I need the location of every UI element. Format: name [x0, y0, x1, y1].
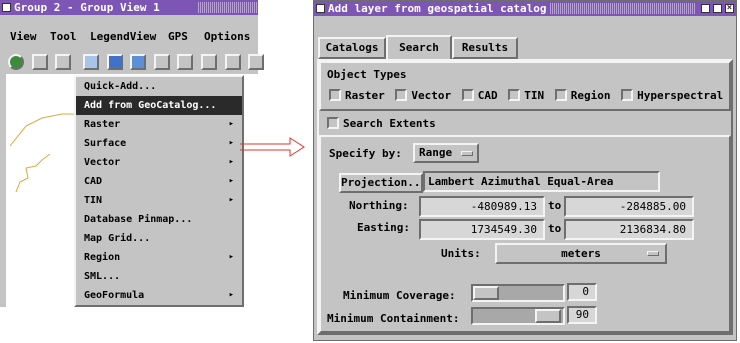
dropdown-indicator-icon	[461, 151, 473, 156]
tab-search[interactable]: Search	[386, 35, 452, 59]
menu-item-sml[interactable]: SML...	[76, 267, 242, 286]
easting-label: Easting:	[357, 221, 410, 234]
query-icon[interactable]	[153, 54, 170, 70]
menu-gps[interactable]: GPS	[168, 28, 188, 46]
search-tab-panel: Object Types Raster Vector CAD TIN Regio…	[317, 59, 733, 335]
checkbox-hyperspectral[interactable]: Hyperspectral	[621, 89, 723, 102]
menu-options[interactable]: Options	[204, 28, 250, 46]
min-coverage-slider[interactable]	[471, 284, 565, 302]
min-containment-value[interactable]: 90	[567, 306, 597, 324]
checkbox-region[interactable]: Region	[554, 89, 611, 102]
menu-item-surface[interactable]: Surface ▸	[76, 134, 242, 153]
dialog-title: Add layer from geospatial catalog	[328, 2, 547, 15]
submenu-arrow-icon: ▸	[228, 252, 234, 262]
checkbox-cad[interactable]: CAD	[461, 89, 498, 102]
cad-checkbox-box	[461, 89, 474, 101]
menu-item-add-from-geocatalog[interactable]: Add from GeoCatalog...	[76, 96, 242, 115]
specify-by-label: Specify by:	[329, 147, 402, 160]
min-coverage-value[interactable]: 0	[567, 283, 597, 301]
extents-group: Specify by: Range Projection... Lambert …	[319, 135, 731, 333]
tab-results[interactable]: Results	[452, 37, 518, 59]
maximize-icon[interactable]	[713, 4, 722, 13]
raster-checkbox-box	[329, 89, 341, 101]
menu-item-region[interactable]: Region ▸	[76, 248, 242, 267]
geocatalog-dialog: Add layer from geospatial catalog × Cata…	[313, 0, 737, 341]
easting-from-input[interactable]: 1734549.30	[419, 219, 545, 240]
projection-button[interactable]: Projection...	[339, 173, 427, 193]
titlebar-stripes	[198, 2, 258, 13]
select-icon[interactable]	[106, 54, 123, 70]
min-coverage-slider-thumb[interactable]	[473, 286, 499, 300]
submenu-arrow-icon: ▸	[228, 195, 234, 205]
min-containment-slider[interactable]	[471, 307, 565, 325]
menu-item-database-pinmap[interactable]: Database Pinmap...	[76, 210, 242, 229]
zoom-fit-icon[interactable]	[8, 54, 24, 70]
submenu-arrow-icon: ▸	[228, 157, 234, 167]
checkbox-vector[interactable]: Vector	[395, 89, 451, 102]
menu-view[interactable]: View	[10, 28, 37, 46]
checkbox-raster[interactable]: Raster	[329, 89, 385, 102]
search-extents-toggle[interactable]: Search Extents	[327, 117, 436, 130]
window-menu-icon[interactable]	[2, 3, 11, 12]
northing-to-label: to	[548, 199, 562, 212]
northing-label: Northing:	[349, 199, 409, 212]
submenu-arrow-icon: ▸	[228, 290, 234, 300]
menu-item-raster[interactable]: Raster ▸	[76, 115, 242, 134]
object-types-label: Object Types	[327, 68, 407, 81]
window-menu-icon[interactable]	[316, 4, 325, 13]
window-icon[interactable]	[55, 54, 72, 70]
menu-item-quick-add[interactable]: Quick-Add...	[76, 77, 242, 96]
min-containment-label: Minimum Containment:	[327, 312, 460, 325]
min-coverage-label: Minimum Coverage:	[343, 289, 456, 302]
min-containment-slider-thumb[interactable]	[535, 309, 561, 323]
menu-item-tin[interactable]: TIN ▸	[76, 191, 242, 210]
toolbar	[8, 54, 265, 70]
submenu-arrow-icon: ▸	[228, 138, 234, 148]
search-extents-checkbox-box	[327, 117, 339, 129]
northing-to-input[interactable]: -284885.00	[564, 196, 694, 217]
easting-to-input[interactable]: 2136834.80	[564, 219, 694, 240]
zoom-out-icon[interactable]	[201, 54, 217, 70]
add-layer-icon[interactable]	[82, 54, 99, 70]
menu-legendview[interactable]: LegendView	[90, 28, 156, 46]
easting-to-label: to	[548, 222, 562, 235]
checkbox-tin[interactable]: TIN	[508, 89, 544, 102]
dialog-titlebar[interactable]: Add layer from geospatial catalog ×	[314, 1, 736, 16]
object-types-group: Object Types Raster Vector CAD TIN Regio…	[319, 61, 731, 111]
vector-checkbox-box	[395, 89, 408, 101]
menu-item-cad[interactable]: CAD ▸	[76, 172, 242, 191]
group-window-titlebar[interactable]: Group 2 - Group View 1	[0, 0, 258, 15]
connector-arrow-icon	[240, 137, 305, 157]
menu-item-map-grid[interactable]: Map Grid...	[76, 229, 242, 248]
zoom-in-icon[interactable]	[177, 54, 194, 70]
zoom-box-icon[interactable]	[224, 54, 241, 70]
menu-tool[interactable]: Tool	[50, 28, 77, 46]
units-dropdown[interactable]: meters	[495, 243, 667, 264]
zoom-extent-icon[interactable]	[248, 54, 265, 70]
play-icon[interactable]	[31, 54, 48, 70]
object-types-row: Raster Vector CAD TIN Region Hyperspectr…	[329, 89, 723, 102]
submenu-arrow-icon: ▸	[228, 176, 234, 186]
menu-item-geoformula[interactable]: GeoFormula ▸	[76, 286, 242, 305]
menu-item-vector[interactable]: Vector ▸	[76, 153, 242, 172]
dropdown-indicator-icon	[647, 251, 659, 256]
close-icon[interactable]: ×	[725, 4, 734, 13]
units-label: Units:	[441, 247, 481, 260]
group-window-title: Group 2 - Group View 1	[14, 1, 160, 14]
menubar: View Tool LegendView GPS Options	[0, 28, 258, 46]
northing-from-input[interactable]: -480989.13	[419, 196, 545, 217]
hyperspectral-checkbox-box	[621, 89, 634, 101]
pan-icon[interactable]	[130, 54, 147, 70]
specify-by-dropdown[interactable]: Range	[413, 143, 479, 163]
submenu-arrow-icon: ▸	[228, 119, 234, 129]
tab-catalogs[interactable]: Catalogs	[318, 37, 386, 59]
titlebar-stripes	[550, 3, 696, 14]
context-menu: Quick-Add... Add from GeoCatalog... Rast…	[74, 75, 244, 307]
region-checkbox-box	[554, 89, 567, 101]
projection-field: Lambert Azimuthal Equal-Area	[423, 171, 660, 192]
minimize-icon[interactable]	[701, 4, 710, 13]
tin-checkbox-box	[508, 89, 521, 101]
